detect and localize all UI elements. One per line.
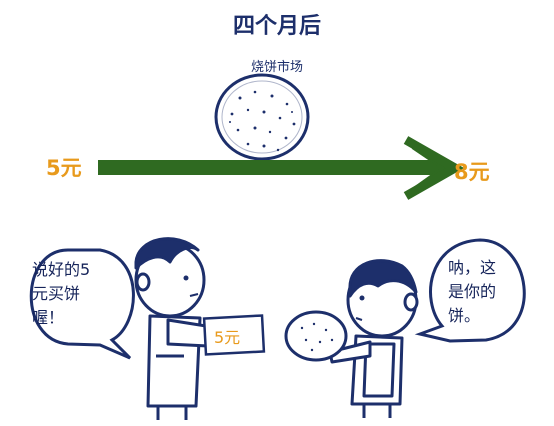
held-flatbread-icon	[284, 310, 348, 362]
flatbread-icon	[214, 73, 310, 161]
banknote-label: 5元	[214, 328, 241, 347]
market-label: 烧饼市场	[250, 60, 303, 75]
left-speech-line: 喔！	[32, 308, 65, 327]
price-before: 5元	[46, 156, 82, 180]
left-speech-text: 说好的5 元买饼 喔！	[32, 258, 90, 330]
right-speech-text: 呐，这 是你的 饼。	[448, 256, 496, 328]
buyer-character	[134, 237, 210, 420]
page-title: 四个月后	[232, 14, 321, 39]
price-after: 8元	[454, 160, 490, 184]
left-speech-line: 说好的5	[32, 260, 91, 279]
right-speech-line: 呐，这	[448, 258, 497, 277]
right-speech-line: 是你的	[448, 282, 497, 301]
left-speech-line: 元买饼	[32, 284, 81, 303]
right-speech-line: 饼。	[448, 306, 481, 325]
